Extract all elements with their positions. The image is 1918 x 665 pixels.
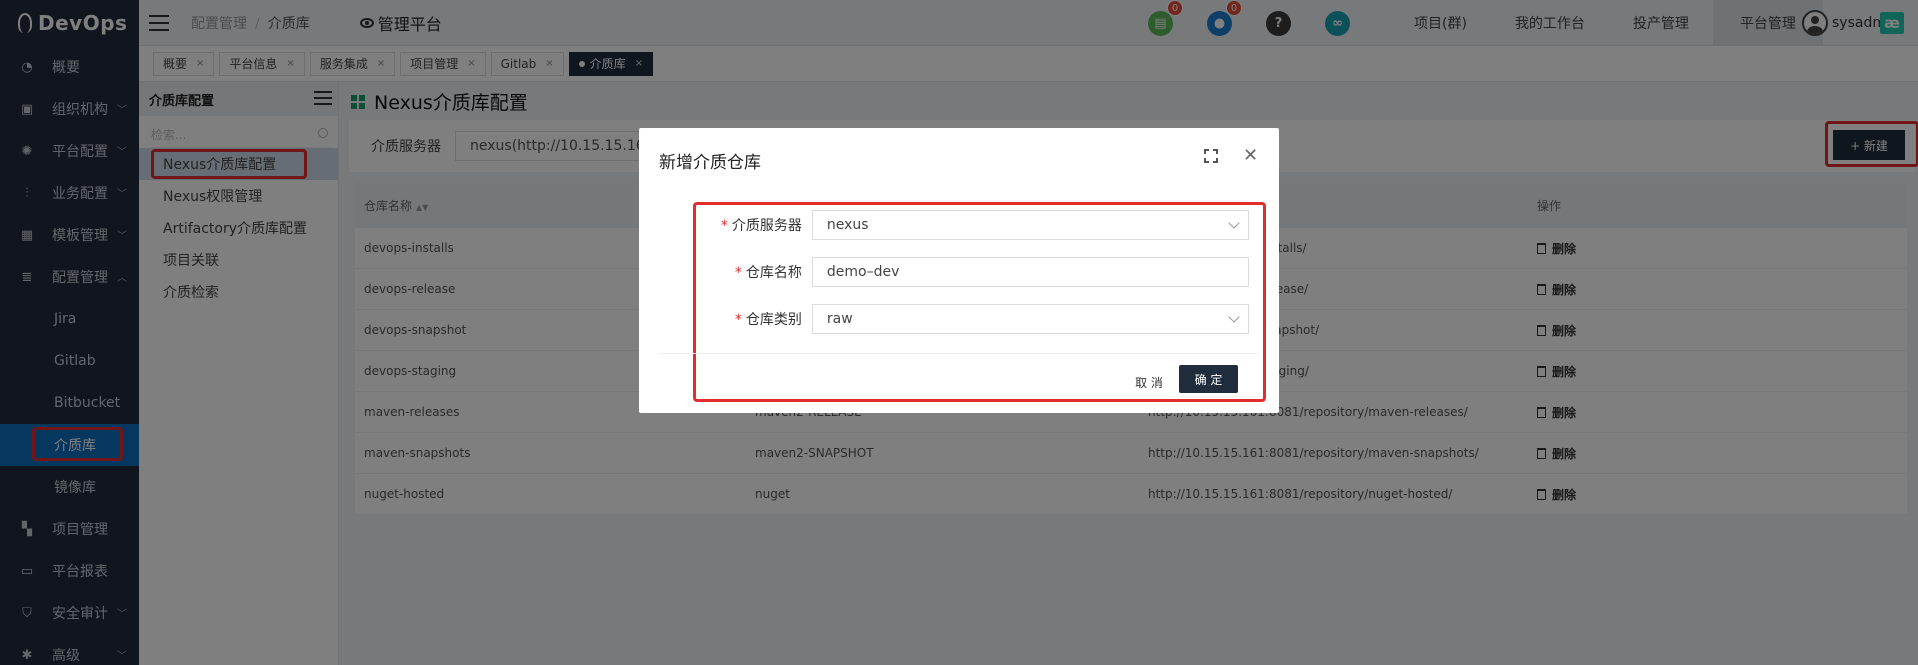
- divider: [659, 353, 1259, 354]
- server-select[interactable]: nexus: [811, 210, 1249, 240]
- required-mark: *: [720, 218, 728, 234]
- repo-name-input[interactable]: demo–dev: [811, 257, 1249, 287]
- form-row-repo-type: * 仓库类别 raw: [699, 304, 1249, 334]
- form-row-repo-name: * 仓库名称 demo–dev: [699, 257, 1249, 287]
- required-mark: *: [734, 312, 742, 328]
- close-icon[interactable]: ✕: [1243, 145, 1258, 166]
- fullscreen-icon[interactable]: [1204, 149, 1218, 163]
- required-mark: *: [734, 265, 742, 281]
- add-repo-dialog: 新增介质仓库 ✕ * 介质服务器 nexus * 仓库名称 demo–dev * 仓库…: [639, 128, 1279, 413]
- chevron-down-icon: [1228, 311, 1240, 323]
- dialog-title: 新增介质仓库: [659, 153, 761, 173]
- chevron-down-icon: [1228, 217, 1240, 229]
- confirm-button[interactable]: 确 定: [1179, 365, 1238, 393]
- form-row-server: * 介质服务器 nexus: [699, 210, 1249, 240]
- cancel-button[interactable]: 取 消: [1124, 368, 1174, 396]
- repo-type-select[interactable]: raw: [811, 304, 1249, 334]
